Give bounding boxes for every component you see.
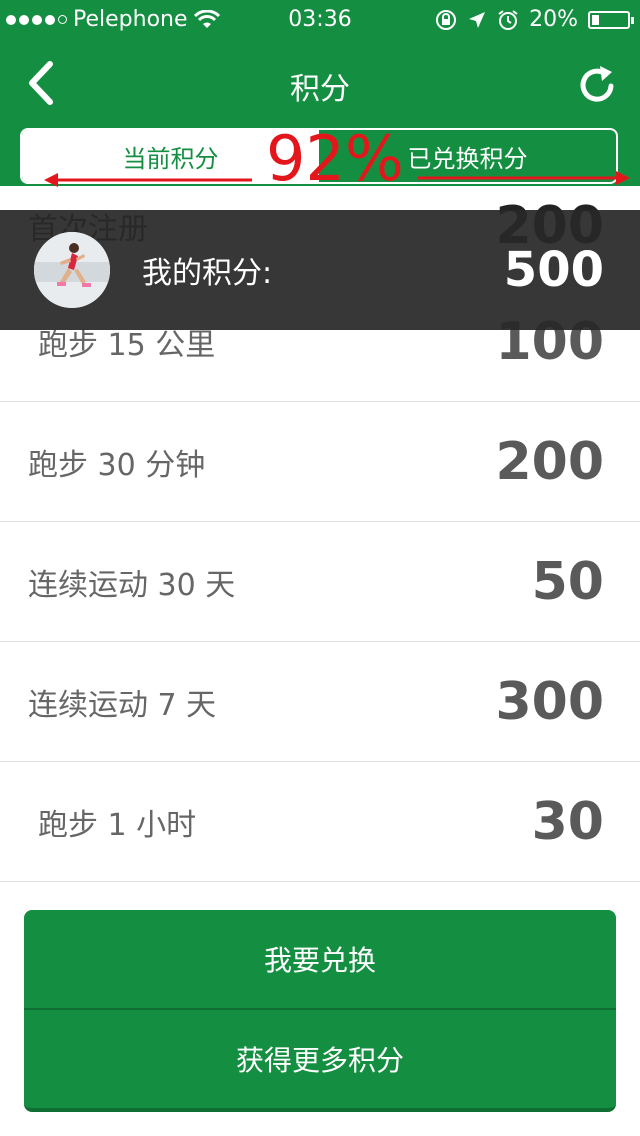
item-label: 连续运动 7 天 xyxy=(28,688,217,723)
list-item[interactable]: 连续运动 30 天 50 xyxy=(0,522,640,642)
battery-icon xyxy=(588,10,634,29)
status-right: 20% xyxy=(435,7,634,32)
runner-icon xyxy=(34,232,110,308)
item-value: 50 xyxy=(531,552,604,612)
get-more-points-button[interactable]: 获得更多积分 xyxy=(24,1010,616,1108)
my-points-bar: 我的积分: 500 xyxy=(0,210,640,330)
list-item[interactable]: 跑步 30 分钟 200 xyxy=(0,402,640,522)
my-points-value: 500 xyxy=(503,242,604,298)
navigation-bar: 积分 当前积分 已兑换积分 xyxy=(0,42,640,186)
list-item[interactable]: 跑步 1 小时 30 xyxy=(0,762,640,882)
item-label: 连续运动 30 天 xyxy=(28,568,236,603)
tab-redeemed-points[interactable]: 已兑换积分 xyxy=(319,130,616,182)
list-item[interactable]: 连续运动 7 天 300 xyxy=(0,642,640,762)
item-value: 300 xyxy=(495,672,604,732)
rotation-lock-icon xyxy=(436,9,457,30)
item-value: 200 xyxy=(495,432,604,492)
page-title: 积分 xyxy=(290,72,350,107)
action-buttons: 我要兑换 获得更多积分 xyxy=(24,910,616,1112)
tab-current-points[interactable]: 当前积分 xyxy=(22,130,319,182)
item-label: 跑步 30 分钟 xyxy=(28,448,206,483)
points-tab-control: 当前积分 已兑换积分 xyxy=(20,128,618,184)
refresh-icon[interactable] xyxy=(578,62,618,106)
avatar xyxy=(34,232,110,308)
item-label: 跑步 1 小时 xyxy=(38,808,197,843)
location-icon xyxy=(469,11,486,28)
redeem-button[interactable]: 我要兑换 xyxy=(24,910,616,1010)
alarm-icon xyxy=(498,9,518,30)
status-bar: Pelephone 03:36 20% xyxy=(0,0,640,42)
my-points-label: 我的积分: xyxy=(142,256,273,291)
battery-percent: 20% xyxy=(529,7,578,32)
item-value: 30 xyxy=(531,792,604,852)
